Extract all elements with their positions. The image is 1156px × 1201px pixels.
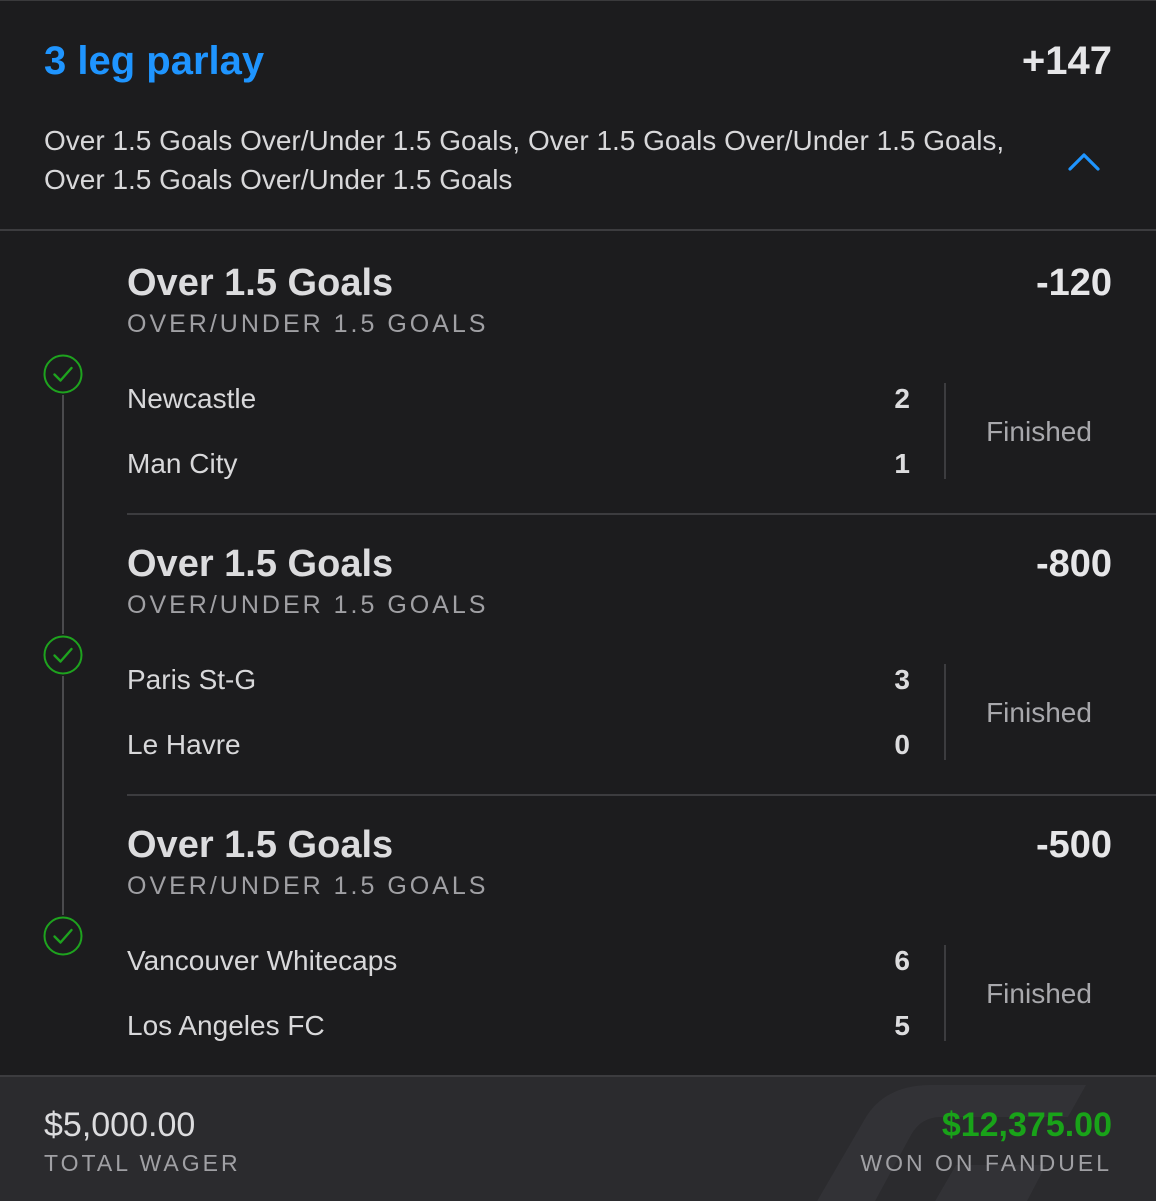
bet-footer: $5,000.00 TOTAL WAGER $12,375.00 WON ON … (0, 1075, 1156, 1201)
bet-card: 3 leg parlay +147 Over 1.5 Goals Over/Un… (0, 0, 1156, 1201)
leg-selection: Over 1.5 Goals (127, 262, 394, 304)
parlay-title: 3 leg parlay (44, 39, 265, 83)
team-score: 0 (894, 729, 910, 760)
check-circle-icon (42, 353, 84, 395)
team-score: 6 (894, 945, 910, 976)
parlay-header[interactable]: 3 leg parlay +147 Over 1.5 Goals Over/Un… (0, 1, 1156, 231)
total-wager-label: TOTAL WAGER (44, 1150, 241, 1176)
chevron-up-icon[interactable] (1066, 143, 1102, 179)
leg-card: Over 1.5 Goals -120 OVER/UNDER 1.5 GOALS… (0, 233, 1156, 515)
leg-odds: -120 (1035, 262, 1112, 304)
leg-market: OVER/UNDER 1.5 GOALS (127, 591, 489, 619)
game-status: Finished (986, 697, 1092, 728)
team-score: 3 (894, 664, 910, 695)
game-status: Finished (986, 416, 1092, 447)
leg-odds: -800 (1035, 543, 1112, 585)
parlay-description: Over 1.5 Goals Over/Under 1.5 Goals, Ove… (44, 125, 1005, 195)
won-amount: $12,375.00 (941, 1106, 1112, 1144)
won-label: WON ON FANDUEL (860, 1150, 1112, 1176)
team-score: 1 (894, 448, 910, 479)
leg-selection: Over 1.5 Goals (127, 824, 394, 866)
total-wager-amount: $5,000.00 (44, 1106, 196, 1144)
team-name: Vancouver Whitecaps (127, 945, 398, 976)
leg-odds: -500 (1035, 824, 1112, 866)
leg-card: Over 1.5 Goals -500 OVER/UNDER 1.5 GOALS… (0, 795, 1156, 1077)
game-status: Finished (986, 978, 1092, 1009)
team-name: Paris St-G (127, 664, 257, 695)
divider (944, 664, 946, 760)
leg-market: OVER/UNDER 1.5 GOALS (127, 310, 489, 338)
team-name: Newcastle (127, 383, 257, 414)
team-score: 2 (894, 383, 910, 414)
leg-selection: Over 1.5 Goals (127, 543, 394, 585)
leg-market: OVER/UNDER 1.5 GOALS (127, 872, 489, 900)
parlay-odds: +147 (1021, 39, 1112, 83)
leg-card: Over 1.5 Goals -800 OVER/UNDER 1.5 GOALS… (0, 514, 1156, 796)
check-circle-icon (42, 915, 84, 957)
team-name: Los Angeles FC (127, 1010, 325, 1041)
divider (944, 383, 946, 479)
team-name: Le Havre (127, 729, 241, 760)
team-name: Man City (127, 448, 238, 479)
team-score: 5 (894, 1010, 910, 1041)
check-circle-icon (42, 634, 84, 676)
divider (944, 945, 946, 1041)
